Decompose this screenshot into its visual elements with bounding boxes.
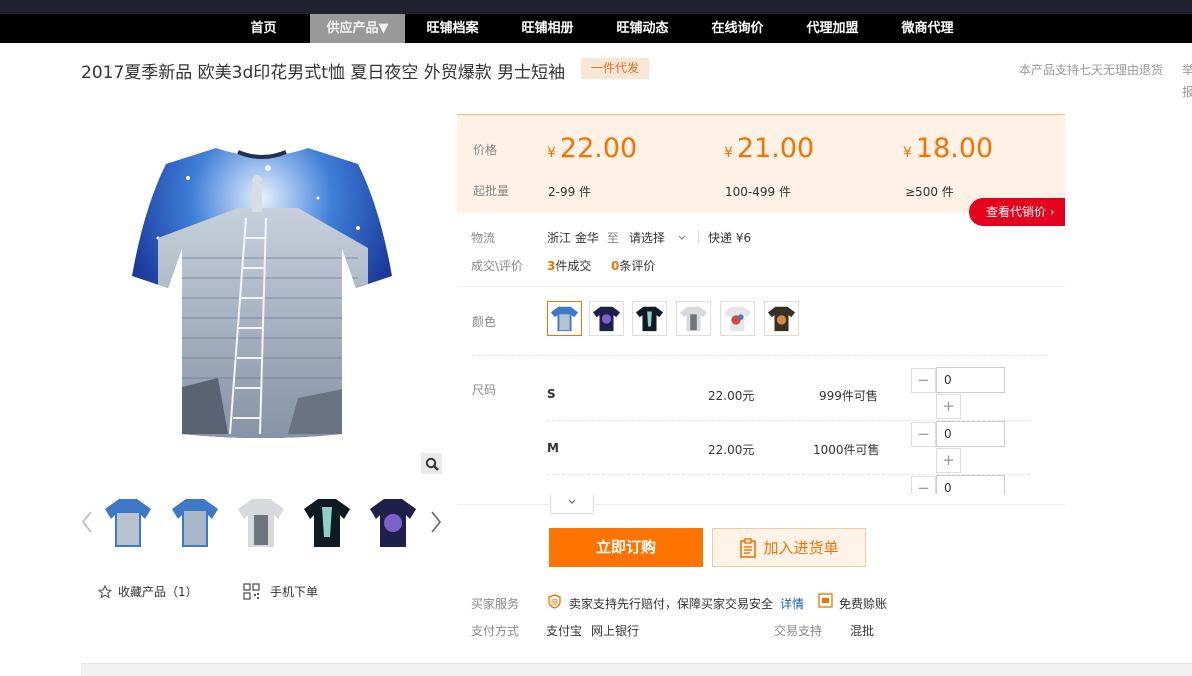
price-tier-2: ¥21.00 bbox=[724, 133, 815, 164]
trade-support-value: 混批 bbox=[850, 624, 875, 638]
range-tier-2: 100-499 件 bbox=[725, 185, 791, 199]
thumb-next-icon[interactable] bbox=[429, 508, 443, 536]
add-to-cart-button[interactable]: 加入进货单 bbox=[712, 528, 866, 567]
nav-store-profile[interactable]: 旺铺档案 bbox=[405, 14, 500, 43]
credit-icon bbox=[818, 593, 833, 608]
color-swatch-2[interactable] bbox=[589, 301, 624, 336]
top-strip bbox=[0, 0, 1192, 14]
trade-support-label: 交易支持 bbox=[774, 624, 823, 638]
deals-label: 成交\评价 bbox=[471, 259, 524, 273]
divider bbox=[472, 355, 1047, 356]
color-swatch-4[interactable] bbox=[676, 301, 711, 336]
report-link[interactable]: 举 bbox=[1182, 61, 1192, 78]
qty-decrease-button[interactable]: − bbox=[911, 368, 936, 393]
review-count[interactable]: 0条评价 bbox=[611, 257, 655, 274]
store-nav: 首页 供应产品▼ 旺铺档案 旺铺相册 旺铺动态 在线询价 代理加盟 微商代理 bbox=[0, 14, 1192, 43]
svg-text:赔: 赔 bbox=[551, 598, 558, 607]
moq-label: 起批量 bbox=[473, 184, 510, 198]
buyer-service-label: 买家服务 bbox=[471, 597, 520, 611]
product-title: 2017夏季新品 欧美3d印花男式t恤 夏日夜空 外贸爆款 男士短袖 bbox=[81, 63, 566, 83]
payment-alipay: 支付宝 bbox=[546, 624, 583, 638]
zoom-button[interactable] bbox=[421, 453, 442, 474]
chevron-down-icon bbox=[678, 235, 686, 240]
thumbnail-5[interactable] bbox=[368, 497, 418, 549]
thumbnail-4[interactable] bbox=[302, 497, 352, 549]
qty-decrease-button[interactable]: − bbox=[911, 476, 936, 494]
price-tier-3: ¥18.00 bbox=[903, 133, 994, 164]
shipping-fee: 快递 ¥6 bbox=[708, 231, 752, 245]
clipboard-icon bbox=[740, 537, 757, 558]
destination-select[interactable]: 请选择 bbox=[629, 229, 687, 246]
free-credit-text: 免费赊账 bbox=[839, 597, 888, 611]
color-swatch-5[interactable] bbox=[720, 301, 755, 336]
product-main-image bbox=[132, 148, 392, 438]
payment-online-bank: 网上银行 bbox=[591, 624, 640, 638]
star-icon bbox=[98, 584, 112, 599]
qty-increase-button[interactable]: + bbox=[936, 394, 961, 419]
range-tier-1: 2-99 件 bbox=[548, 185, 592, 199]
chevron-down-icon bbox=[568, 499, 576, 504]
thumb-prev-icon[interactable] bbox=[80, 508, 94, 536]
nav-inquiry[interactable]: 在线询价 bbox=[690, 14, 785, 43]
payment-label: 支付方式 bbox=[471, 624, 520, 638]
bottom-section-edge bbox=[81, 663, 1192, 676]
report-link-2[interactable]: 报 bbox=[1182, 83, 1192, 100]
deal-count[interactable]: 3件成交 bbox=[547, 257, 591, 274]
return-policy-note: 本产品支持七天无理由退货 bbox=[1019, 63, 1164, 77]
qty-increase-button[interactable]: + bbox=[936, 448, 961, 473]
size-stock: 999件可售 bbox=[819, 389, 878, 403]
color-swatch-3[interactable] bbox=[632, 301, 667, 336]
size-name: S bbox=[547, 387, 556, 401]
nav-products[interactable]: 供应产品▼ bbox=[310, 14, 405, 43]
color-swatch-1[interactable] bbox=[547, 301, 582, 336]
mobile-order-label: 手机下单 bbox=[270, 585, 319, 599]
qty-input[interactable] bbox=[936, 367, 1005, 393]
size-row-clipped: − bbox=[900, 474, 1060, 494]
size-stock: 1000件可售 bbox=[813, 443, 880, 457]
price-panel: 价格 起批量 ¥22.00 ¥21.00 ¥18.00 2-99 件 100-4… bbox=[457, 114, 1065, 213]
color-swatch-6[interactable] bbox=[764, 301, 799, 336]
expand-sizes-button[interactable] bbox=[550, 495, 594, 514]
size-price: 22.00元 bbox=[708, 443, 755, 457]
nav-store-album[interactable]: 旺铺相册 bbox=[500, 14, 595, 43]
qty-input[interactable] bbox=[936, 421, 1005, 447]
qty-decrease-button[interactable]: − bbox=[911, 422, 936, 447]
size-price: 22.00元 bbox=[708, 389, 755, 403]
qty-input[interactable] bbox=[936, 475, 1005, 494]
magnifier-icon bbox=[425, 457, 439, 471]
mobile-order-button[interactable]: 手机下单 bbox=[243, 583, 318, 600]
price-tier-1: ¥22.00 bbox=[547, 133, 638, 164]
color-label: 颜色 bbox=[472, 315, 497, 329]
divider bbox=[457, 504, 1065, 505]
divider bbox=[457, 286, 1065, 287]
logistics-to: 至 bbox=[607, 231, 620, 245]
buy-now-button[interactable]: 立即订购 bbox=[549, 528, 703, 567]
range-tier-3: ≥500 件 bbox=[905, 185, 954, 199]
nav-wechat-agent[interactable]: 微商代理 bbox=[880, 14, 975, 43]
size-label: 尺码 bbox=[472, 383, 497, 397]
favorite-product-button[interactable]: 收藏产品（1） bbox=[98, 583, 198, 600]
nav-home[interactable]: 首页 bbox=[216, 14, 311, 43]
nav-franchise[interactable]: 代理加盟 bbox=[785, 14, 880, 43]
size-name: M bbox=[547, 441, 559, 455]
qr-code-icon bbox=[243, 583, 260, 600]
thumbnail-2[interactable] bbox=[170, 497, 220, 549]
logistics-origin: 浙江 金华 bbox=[547, 231, 599, 245]
dropship-badge: 一件代发 bbox=[581, 58, 650, 79]
divider bbox=[698, 230, 699, 243]
thumbnail-3[interactable] bbox=[236, 497, 286, 549]
logistics-label: 物流 bbox=[471, 231, 496, 245]
favorite-label: 收藏产品（1） bbox=[118, 585, 198, 599]
agent-price-button[interactable]: 查看代销价 › bbox=[969, 198, 1065, 226]
shield-icon: 赔 bbox=[548, 594, 561, 609]
nav-store-news[interactable]: 旺铺动态 bbox=[595, 14, 690, 43]
thumbnail-1[interactable] bbox=[103, 497, 153, 549]
guarantee-text: 卖家支持先行赔付，保障买家交易安全 bbox=[569, 597, 774, 611]
guarantee-details-link[interactable]: 详情 bbox=[780, 595, 804, 612]
price-label: 价格 bbox=[473, 143, 498, 157]
